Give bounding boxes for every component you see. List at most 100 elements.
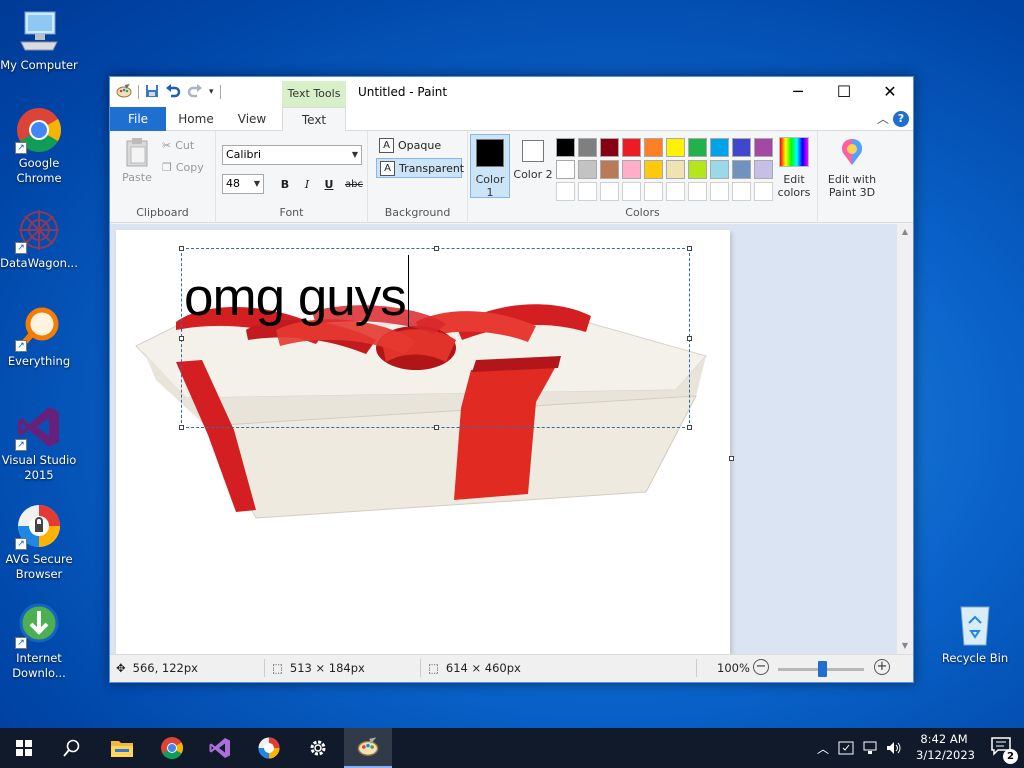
taskbar-settings[interactable]	[294, 728, 342, 768]
font-family-dropdown[interactable]: Calibri ▼	[222, 145, 362, 165]
zoom-in-button[interactable]: +	[874, 659, 890, 675]
taskbar-file-explorer[interactable]	[98, 728, 146, 768]
start-button[interactable]	[0, 728, 48, 768]
desktop-icon-my-computer[interactable]: My Computer	[0, 8, 78, 73]
scroll-down-icon[interactable]: ▼	[897, 638, 913, 654]
palette-color-swatch[interactable]	[556, 138, 575, 157]
palette-color-swatch[interactable]	[578, 160, 597, 179]
show-hidden-icons-button[interactable]: ︿	[814, 728, 832, 768]
datawagon-icon: ↗	[15, 206, 63, 254]
security-tray-icon[interactable]	[836, 728, 856, 768]
palette-color-swatch[interactable]	[644, 138, 663, 157]
palette-color-swatch[interactable]	[600, 138, 619, 157]
italic-button[interactable]: I	[298, 176, 316, 194]
canvas-resize-handle[interactable]	[729, 456, 734, 461]
palette-color-swatch[interactable]	[732, 182, 751, 201]
zoom-out-button[interactable]: −	[753, 659, 769, 675]
desktop-icon-google-chrome[interactable]: ↗ Google Chrome	[0, 106, 78, 186]
tab-file[interactable]: File	[110, 107, 166, 131]
palette-color-swatch[interactable]	[710, 160, 729, 179]
tab-view[interactable]: View	[226, 107, 278, 131]
palette-color-swatch[interactable]	[622, 138, 641, 157]
vertical-scrollbar[interactable]: ▲ ▼	[897, 224, 913, 654]
desktop-icon-everything[interactable]: ↗ Everything	[0, 304, 78, 369]
maximize-button[interactable]: ☐	[821, 77, 867, 107]
zoom-slider[interactable]	[778, 661, 864, 677]
color1-button[interactable]: Color 1	[470, 134, 510, 199]
help-icon[interactable]: ?	[893, 111, 909, 127]
taskbar-chrome[interactable]	[148, 728, 196, 768]
zoom-slider-thumb[interactable]	[818, 661, 827, 677]
clock-time: 8:42 AM	[920, 732, 968, 746]
drawing-canvas[interactable]: omg guys	[116, 230, 730, 654]
volume-icon[interactable]	[884, 728, 904, 768]
strikethrough-button[interactable]: abc	[342, 176, 366, 194]
resize-handle[interactable]	[179, 246, 184, 251]
collapse-ribbon-icon[interactable]: ︿	[877, 110, 889, 127]
resize-handle[interactable]	[434, 246, 439, 251]
color2-button[interactable]: Color 2	[513, 134, 553, 198]
resize-handle[interactable]	[179, 336, 184, 341]
underline-button[interactable]: U	[320, 176, 338, 194]
palette-color-swatch[interactable]	[666, 138, 685, 157]
desktop-icon-recycle-bin[interactable]: Recycle Bin	[936, 601, 1014, 666]
tab-text[interactable]: Text	[282, 107, 346, 132]
redo-icon[interactable]	[187, 83, 203, 101]
undo-icon[interactable]	[165, 83, 181, 101]
paint-app-icon[interactable]	[116, 83, 132, 102]
palette-color-swatch[interactable]	[622, 182, 641, 201]
palette-color-swatch[interactable]	[710, 138, 729, 157]
save-icon[interactable]	[145, 84, 159, 101]
palette-color-swatch[interactable]	[732, 138, 751, 157]
desktop-icon-internet-download[interactable]: ↗ Internet Downlo...	[0, 601, 78, 681]
palette-color-swatch[interactable]	[556, 160, 575, 179]
taskbar-paint[interactable]	[344, 728, 392, 768]
desktop-icon-avg-browser[interactable]: ↗ AVG Secure Browser	[0, 502, 78, 582]
bold-button[interactable]: B	[276, 176, 294, 194]
palette-color-swatch[interactable]	[688, 138, 707, 157]
network-icon[interactable]	[860, 728, 880, 768]
copy-button[interactable]: ❐ Copy	[162, 161, 204, 174]
resize-handle[interactable]	[179, 425, 184, 430]
resize-handle[interactable]	[434, 425, 439, 430]
palette-color-swatch[interactable]	[666, 182, 685, 201]
palette-color-swatch[interactable]	[666, 160, 685, 179]
opaque-option[interactable]: A Opaque	[376, 136, 462, 156]
scroll-up-icon[interactable]: ▲	[897, 224, 913, 240]
palette-color-swatch[interactable]	[688, 160, 707, 179]
action-center-button[interactable]: 2	[990, 736, 1018, 764]
palette-color-swatch[interactable]	[644, 182, 663, 201]
desktop-icon-datawagon[interactable]: ↗ DataWagon...	[0, 206, 78, 271]
taskbar-avg-browser[interactable]	[245, 728, 293, 768]
cut-button[interactable]: ✂ Cut	[162, 139, 194, 152]
search-button[interactable]	[48, 728, 96, 768]
palette-color-swatch[interactable]	[556, 182, 575, 201]
palette-color-swatch[interactable]	[622, 160, 641, 179]
edit-colors-button[interactable]: Edit colors	[766, 137, 822, 199]
taskbar-clock[interactable]: 8:42 AM 3/12/2023	[916, 731, 975, 763]
customize-qat-icon[interactable]: ▾	[209, 87, 214, 97]
close-button[interactable]: ✕	[867, 77, 913, 107]
palette-color-swatch[interactable]	[688, 182, 707, 201]
canvas-text[interactable]: omg guys	[184, 255, 409, 330]
palette-color-swatch[interactable]	[578, 182, 597, 201]
transparent-option[interactable]: A Transparent	[376, 158, 464, 178]
palette-color-swatch[interactable]	[732, 160, 751, 179]
tab-home[interactable]: Home	[170, 107, 222, 131]
font-size-dropdown[interactable]: 48 ▼	[222, 174, 264, 194]
resize-handle[interactable]	[687, 336, 692, 341]
resize-handle[interactable]	[687, 246, 692, 251]
palette-color-swatch[interactable]	[600, 182, 619, 201]
paste-button[interactable]: Paste	[118, 137, 156, 184]
palette-color-swatch[interactable]	[644, 160, 663, 179]
text-selection-box[interactable]: omg guys	[179, 246, 692, 430]
palette-color-swatch[interactable]	[600, 160, 619, 179]
edit-with-paint3d-button[interactable]: Edit with Paint 3D	[822, 137, 882, 199]
desktop-icon-visual-studio[interactable]: ↗ Visual Studio 2015	[0, 403, 78, 483]
windows-logo-icon	[16, 740, 32, 756]
taskbar-visual-studio[interactable]	[196, 728, 244, 768]
palette-color-swatch[interactable]	[578, 138, 597, 157]
palette-color-swatch[interactable]	[710, 182, 729, 201]
minimize-button[interactable]: ─	[775, 77, 821, 107]
resize-handle[interactable]	[687, 425, 692, 430]
